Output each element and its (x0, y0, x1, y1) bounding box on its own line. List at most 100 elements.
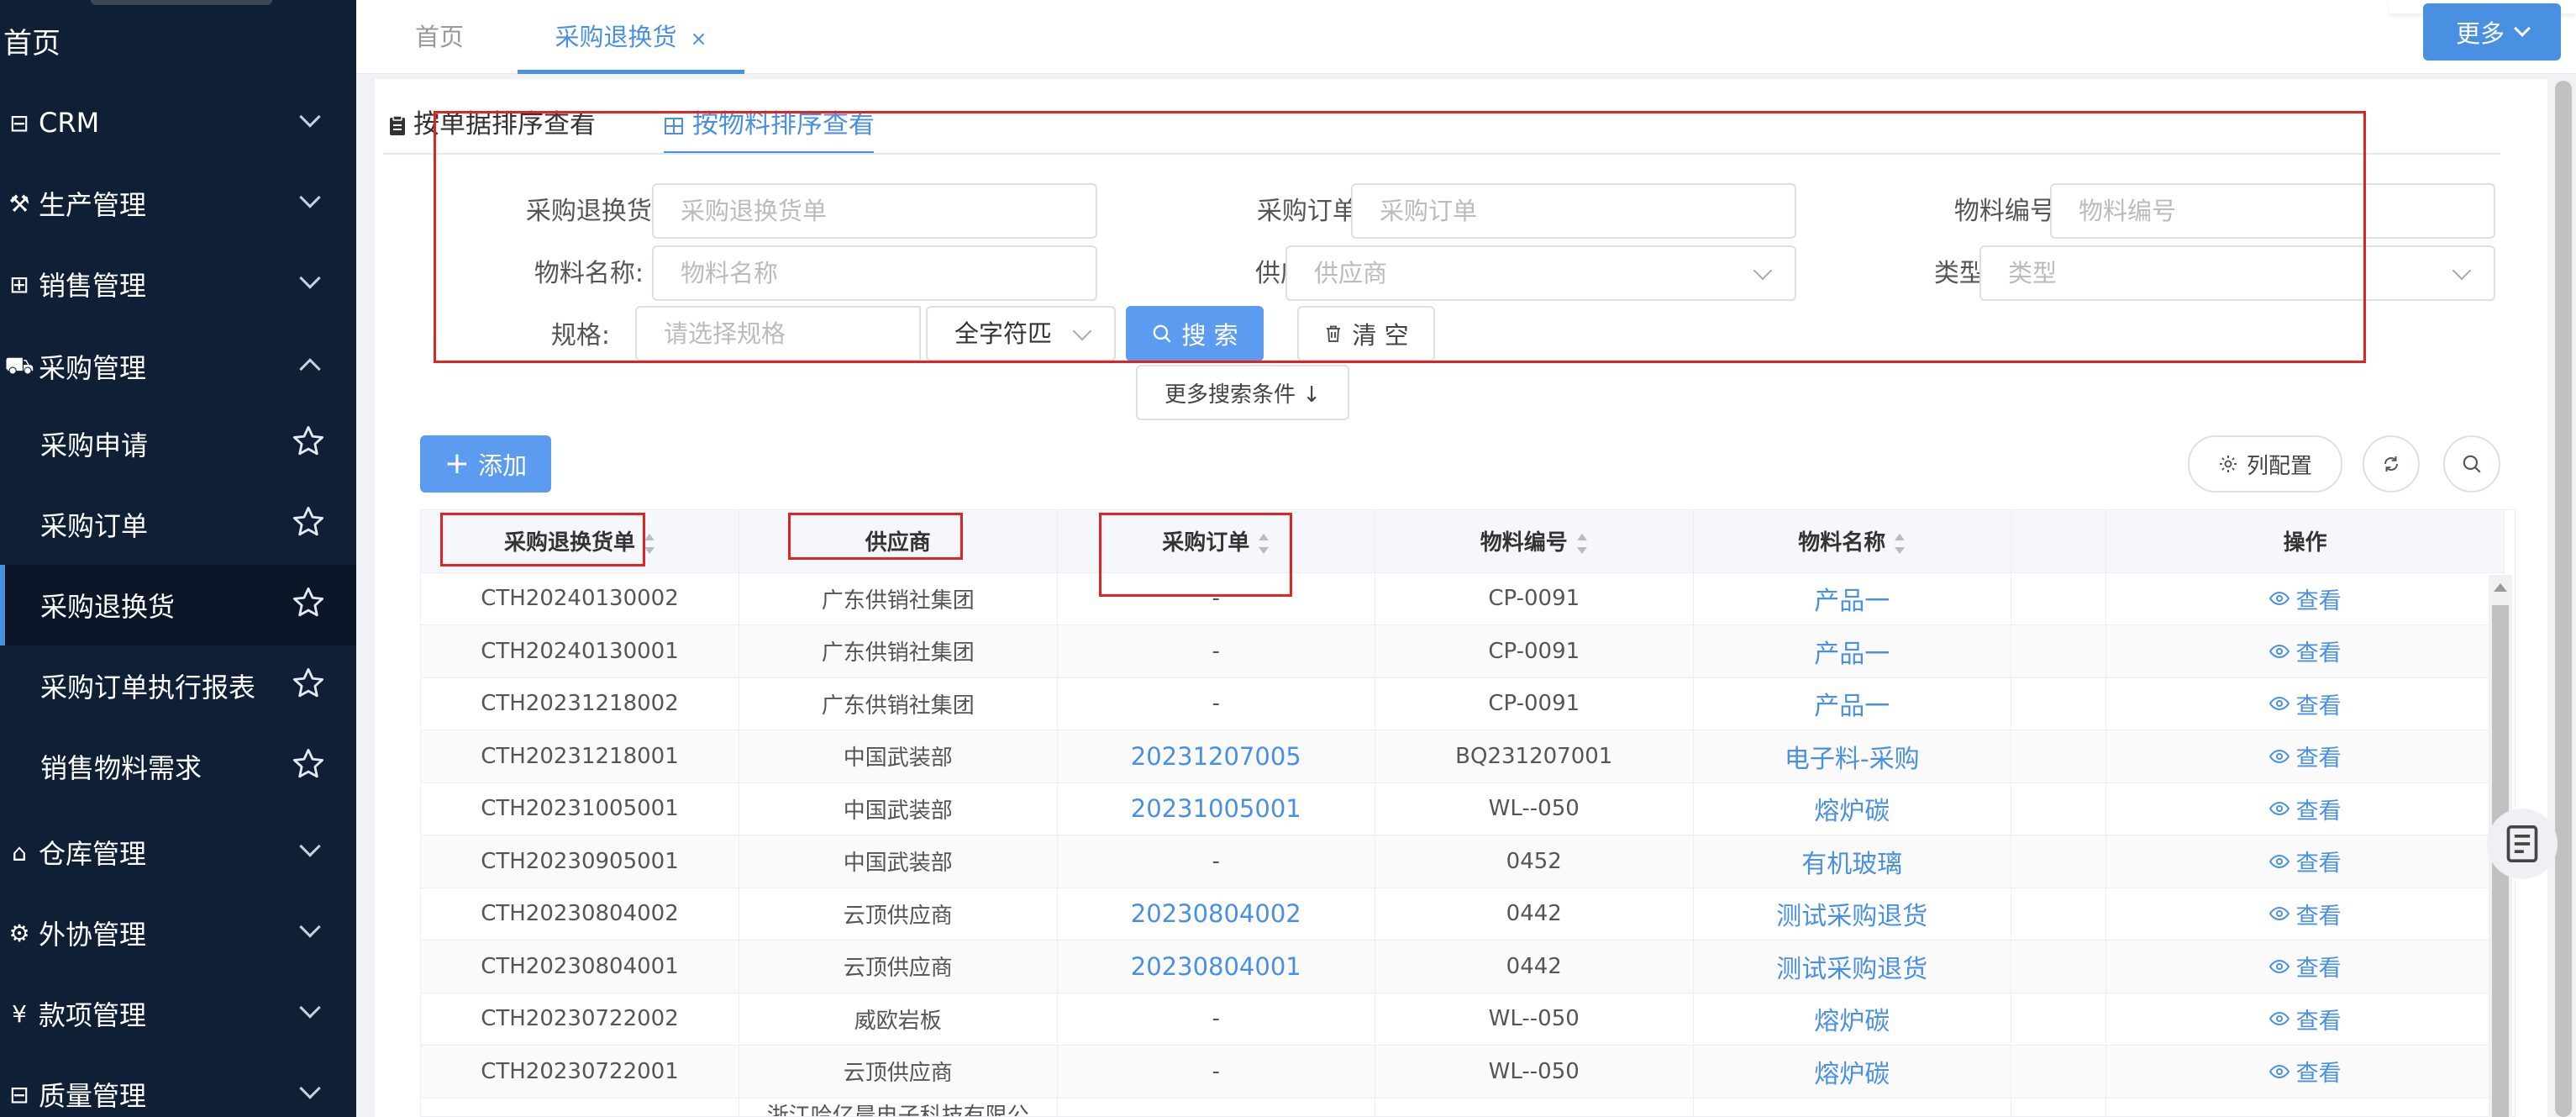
refresh-icon (2384, 456, 2399, 472)
add-button[interactable]: + 添加 (420, 435, 551, 493)
material-name-cell[interactable]: 产品一 (1693, 624, 2011, 678)
more-button[interactable]: 更多 (2423, 3, 2561, 61)
order-no-cell[interactable]: 20231005001 (1057, 782, 1375, 835)
column-config-button[interactable]: 列配置 (2188, 435, 2342, 493)
refresh-button[interactable] (2363, 435, 2420, 493)
material-name-cell[interactable]: 熔炉碳 (1693, 993, 2011, 1046)
material-name-cell[interactable]: 电子料-采购 (1693, 730, 2011, 783)
sidebar-item-purchase-order[interactable]: 采购订单 (0, 484, 356, 565)
view-label: 查看 (2295, 956, 2342, 983)
material-code-cell: 0442 (1375, 940, 1694, 993)
page-scrollbar-thumb[interactable] (2555, 81, 2572, 1117)
material-name-cell[interactable]: 测试采购退货 (1693, 888, 2011, 940)
cart-icon: ⛟ (4, 350, 34, 379)
view-link[interactable]: 查看 (2268, 950, 2342, 983)
tab-purchase-return[interactable]: 采购退换货 × (518, 0, 744, 74)
view-link[interactable]: 查看 (2268, 740, 2342, 772)
outsource-icon: ⚙ (8, 919, 30, 947)
table-body: CTH20240130002 广东供销社集团 - CP-0091 产品一 查看 CTH202… (421, 572, 2505, 1116)
header-label: 物料名称 (1798, 530, 1886, 556)
clipboard-icon (390, 114, 405, 135)
chevron-down-icon (299, 267, 321, 289)
material-code-cell: WL--050 (1375, 782, 1694, 835)
tab-home[interactable]: 首页 (415, 0, 464, 74)
column-config-label: 列配置 (2246, 453, 2312, 479)
sort-icon[interactable] (1576, 533, 1588, 554)
sidebar-item-purchase-return[interactable]: 采购退换货 (0, 565, 356, 645)
main-panel: 按单据排序查看 按物料排序查看 采购退换货单: 采购退换货单 采购订单: 采购订… (375, 79, 2547, 1117)
table-row: CTH20231005001 中国武装部 20231005001 WL--050 熔炉碳… (421, 782, 2505, 835)
menu-crm[interactable]: ⊟ CRM (0, 82, 356, 163)
menu-label: 销售管理 (39, 270, 147, 302)
sidebar-top-handle (91, 0, 272, 5)
sidebar-item-order-execution-report[interactable]: 采购订单执行报表 (0, 645, 356, 726)
menu-label: 外协管理 (39, 919, 147, 951)
material-name-cell[interactable]: 熔炉碳 (1693, 782, 2011, 835)
material-name-cell[interactable]: 测试采购退货 (1693, 940, 2011, 993)
close-icon[interactable]: × (690, 27, 707, 50)
order-no-cell[interactable]: 20230804001 (1057, 940, 1375, 993)
star-icon[interactable] (291, 746, 326, 782)
plus-icon: + (444, 446, 471, 481)
star-icon[interactable] (291, 585, 326, 620)
sidebar: 首页 ⊟ CRM ⚒ 生产管理 ⊞ 销售管理 ⛟ 采购管理 采购申请 采购订单 … (0, 0, 356, 1117)
column-header[interactable]: 物料名称 (1693, 510, 2011, 573)
active-tab-indicator (518, 70, 744, 74)
menu-quality[interactable]: ⊟ 质量管理 (0, 1054, 356, 1117)
return-no-cell: CTH20231005001 (421, 782, 739, 835)
view-link[interactable]: 查看 (2268, 635, 2342, 667)
return-no-cell: CTH20230722001 (421, 1045, 739, 1099)
empty-cell (2011, 572, 2107, 625)
sort-icon[interactable] (644, 533, 655, 554)
column-header[interactable]: 物料编号 (1375, 510, 1694, 573)
chevron-down-icon (299, 997, 321, 1019)
star-icon[interactable] (291, 666, 326, 701)
yuan-icon: ¥ (12, 999, 27, 1028)
return-no-cell: CTH20230804002 (421, 888, 739, 940)
view-link[interactable]: 查看 (2268, 845, 2342, 877)
table-row: CTH20230722001 云顶供应商 - WL--050 熔炉碳 查看 (421, 1045, 2505, 1099)
order-no-cell[interactable]: 20230804002 (1057, 888, 1375, 940)
view-link[interactable]: 查看 (2268, 793, 2342, 825)
menu-outsource[interactable]: ⚙ 外协管理 (0, 893, 356, 973)
view-link[interactable]: 查看 (2268, 1055, 2342, 1088)
chevron-down-icon (299, 835, 321, 857)
menu-warehouse[interactable]: ⌂ 仓库管理 (0, 812, 356, 893)
view-link[interactable]: 查看 (2268, 1003, 2342, 1035)
star-icon[interactable] (291, 504, 326, 540)
table-row: CTH20231218002 广东供销社集团 - CP-0091 产品一 查看 (421, 677, 2505, 730)
menu-production[interactable]: ⚒ 生产管理 (0, 163, 356, 244)
more-conditions-button[interactable]: 更多搜索条件 ↓ (1136, 365, 1349, 420)
order-no-cell: - (1057, 624, 1375, 678)
sort-icon[interactable] (1894, 533, 1906, 554)
star-icon[interactable] (291, 424, 326, 459)
toggle-search-button[interactable] (2443, 435, 2500, 493)
menu-payment[interactable]: ¥ 款项管理 (0, 973, 356, 1054)
sidebar-item-sales-material-demand[interactable]: 销售物料需求 (0, 726, 356, 807)
menu-sales[interactable]: ⊞ 销售管理 (0, 244, 356, 324)
page-scrollbar[interactable] (2552, 81, 2574, 1117)
chevron-down-icon (299, 916, 321, 938)
return-no-cell: CTH20230722002 (421, 993, 739, 1046)
scroll-up-arrow-icon[interactable] (2494, 583, 2507, 592)
eye-icon (2268, 907, 2289, 921)
material-name-cell[interactable]: 有机玻璃 (1693, 835, 2011, 888)
data-table: 采购退换货单 供应商 采购订单 物料编号 物料名称 操作 CTH20240130… (420, 509, 2516, 1117)
view-link[interactable]: 查看 (2268, 582, 2342, 615)
view-link[interactable]: 查看 (2268, 898, 2342, 930)
material-name-cell[interactable]: 产品一 (1693, 572, 2011, 625)
view-link[interactable]: 查看 (2268, 688, 2342, 720)
header-label: 物料编号 (1480, 530, 1568, 556)
order-no-cell[interactable]: 20231207005 (1057, 730, 1375, 783)
sidebar-home[interactable]: 首页 (3, 20, 60, 61)
menu-purchase[interactable]: ⛟ 采购管理 (0, 326, 356, 407)
material-name-cell[interactable]: 产品一 (1693, 677, 2011, 730)
action-cell (2105, 1098, 2505, 1116)
table-row: CTH20231218001 中国武装部 20231207005 BQ23120700… (421, 730, 2505, 783)
supplier-cell: 云顶供应商 (739, 888, 1058, 940)
tab-label: 采购退换货 (555, 23, 677, 51)
sidebar-item-purchase-request[interactable]: 采购申请 (0, 403, 356, 484)
table-row: 浙江哈亿晨电子科技有限公 (421, 1098, 2505, 1116)
floating-document-button[interactable] (2487, 809, 2558, 879)
material-name-cell[interactable]: 熔炉碳 (1693, 1045, 2011, 1099)
